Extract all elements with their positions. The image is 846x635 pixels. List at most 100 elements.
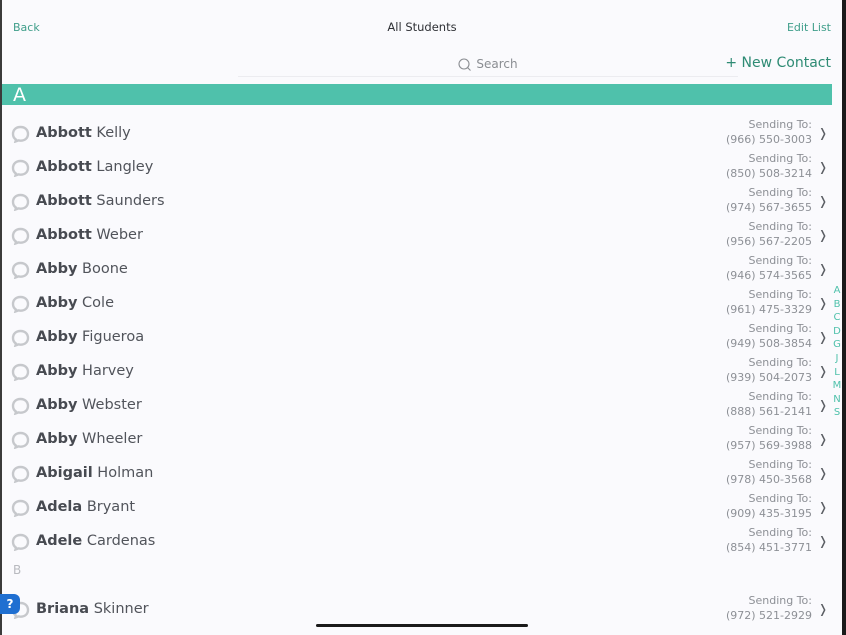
contact-last-name: Figueroa <box>82 329 145 345</box>
contact-row[interactable]: Adele Cardenas Sending To: (854) 451-3771 ❭ <box>2 525 832 559</box>
contact-last-name: Webster <box>82 397 142 413</box>
message-bubble-icon <box>11 261 30 283</box>
message-bubble-icon <box>11 159 30 181</box>
index-letter[interactable]: D <box>832 325 842 339</box>
contact-name: Abby Webster <box>36 397 142 413</box>
sending-to: Sending To: (966) 550-3003 <box>726 117 812 147</box>
contact-row[interactable]: Abigail Holman Sending To: (978) 450-3568 ❭ <box>2 457 832 491</box>
new-contact-button[interactable]: + New Contact <box>725 55 831 71</box>
phone-number: (909) 435-3195 <box>725 507 812 520</box>
sending-to: Sending To: (974) 567-3655 <box>726 185 812 215</box>
contact-row[interactable]: Abby Cole Sending To: (961) 475-3329 ❭ <box>2 287 832 321</box>
message-bubble-icon <box>11 329 30 351</box>
sending-to-label: Sending To: <box>748 322 813 335</box>
contact-first-name: Abby <box>36 363 78 379</box>
contact-name: Abigail Holman <box>36 465 153 481</box>
sending-to-label: Sending To: <box>748 220 813 233</box>
contact-row[interactable]: Abbott Saunders Sending To: (974) 567-3655… <box>2 185 832 219</box>
contact-first-name: Abby <box>36 397 78 413</box>
contact-row[interactable]: Abby Wheeler Sending To: (957) 569-3988 ❭ <box>2 423 832 457</box>
message-bubble-icon <box>11 125 30 147</box>
chevron-right-icon: ❭ <box>817 364 828 378</box>
chevron-right-icon: ❭ <box>817 466 828 480</box>
contact-last-name: Holman <box>97 465 154 481</box>
index-letter[interactable]: B <box>832 298 842 312</box>
contact-last-name: Boone <box>82 261 128 277</box>
section-index[interactable]: ABCDGJLMNS <box>832 284 842 420</box>
phone-number: (946) 574-3565 <box>725 269 812 282</box>
contact-name: Adela Bryant <box>36 499 135 515</box>
search-input[interactable]: Search <box>238 52 738 77</box>
index-letter[interactable]: C <box>832 311 842 325</box>
contact-last-name: Weber <box>96 227 143 243</box>
contact-row[interactable]: Abbott Weber Sending To: (956) 567-2205 ❭ <box>2 219 832 253</box>
contact-first-name: Abby <box>36 295 78 311</box>
contact-row[interactable]: Briana Skinner Sending To: (972) 521-2929 ❭ <box>2 593 832 627</box>
home-indicator[interactable] <box>316 624 528 627</box>
contact-first-name: Abby <box>36 329 78 345</box>
chevron-right-icon: ❭ <box>817 194 828 208</box>
chevron-right-icon: ❭ <box>817 602 828 616</box>
contact-first-name: Adele <box>36 533 83 549</box>
index-letter[interactable]: J <box>832 352 842 366</box>
contact-name: Abbott Kelly <box>36 125 131 141</box>
contact-name: Abbott Langley <box>36 159 153 175</box>
contact-row[interactable]: Abby Boone Sending To: (946) 574-3565 ❭ <box>2 253 832 287</box>
index-letter[interactable]: G <box>832 338 842 352</box>
contact-row[interactable]: Abby Webster Sending To: (888) 561-2141 ❭ <box>2 389 832 423</box>
contact-first-name: Abbott <box>36 125 92 141</box>
contact-row[interactable]: Abbott Langley Sending To: (850) 508-3214 ❭ <box>2 151 832 185</box>
sending-to-label: Sending To: <box>748 118 813 131</box>
contact-first-name: Abbott <box>36 227 92 243</box>
sending-to-label: Sending To: <box>748 356 813 369</box>
search-row: Search + New Contact <box>2 52 842 78</box>
sending-to: Sending To: (957) 569-3988 <box>726 423 812 453</box>
contact-last-name: Bryant <box>86 499 136 515</box>
message-bubble-icon <box>11 533 30 555</box>
sending-to: Sending To: (850) 508-3214 <box>726 151 812 181</box>
sending-to: Sending To: (854) 451-3771 <box>726 525 812 555</box>
contact-name: Abby Cole <box>36 295 114 311</box>
index-letter[interactable]: A <box>832 284 842 298</box>
index-letter[interactable]: S <box>832 406 842 420</box>
message-bubble-icon <box>11 363 30 385</box>
contact-row[interactable]: Adela Bryant Sending To: (909) 435-3195 ❭ <box>2 491 832 525</box>
section-header-b: B <box>13 563 22 577</box>
chevron-right-icon: ❭ <box>817 262 828 276</box>
sending-to-label: Sending To: <box>748 424 813 437</box>
message-bubble-icon <box>11 193 30 215</box>
index-letter[interactable]: M <box>832 379 842 393</box>
contact-last-name: Cardenas <box>86 533 156 549</box>
sending-to: Sending To: (888) 561-2141 <box>726 389 812 419</box>
message-bubble-icon <box>11 397 30 419</box>
contact-row[interactable]: Abby Figueroa Sending To: (949) 508-3854 ❭ <box>2 321 832 355</box>
contact-first-name: Briana <box>36 601 90 617</box>
contact-row[interactable]: Abbott Kelly Sending To: (966) 550-3003 ❭ <box>2 117 832 151</box>
sending-to-label: Sending To: <box>748 288 813 301</box>
sending-to-label: Sending To: <box>748 186 813 199</box>
contact-row[interactable]: Abby Harvey Sending To: (939) 504-2073 ❭ <box>2 355 832 389</box>
phone-number: (854) 451-3771 <box>725 541 812 554</box>
sending-to-label: Sending To: <box>748 390 813 403</box>
sending-to: Sending To: (949) 508-3854 <box>726 321 812 351</box>
sending-to: Sending To: (978) 450-3568 <box>726 457 812 487</box>
contact-last-name: Skinner <box>93 601 149 617</box>
phone-number: (888) 561-2141 <box>725 405 812 418</box>
phone-number: (966) 550-3003 <box>725 133 812 146</box>
phone-number: (850) 508-3214 <box>725 167 812 180</box>
index-letter[interactable]: N <box>832 393 842 407</box>
edit-list-button[interactable]: Edit List <box>787 21 831 34</box>
section-header-a: A <box>2 84 832 106</box>
chevron-right-icon: ❭ <box>817 126 828 140</box>
nav-bar: Back All Students Edit List <box>2 0 842 50</box>
contact-name: Briana Skinner <box>36 601 149 617</box>
contact-last-name: Saunders <box>96 193 165 209</box>
chevron-right-icon: ❭ <box>817 500 828 514</box>
phone-number: (974) 567-3655 <box>725 201 812 214</box>
contact-last-name: Harvey <box>82 363 134 379</box>
help-button[interactable]: ? <box>0 594 20 614</box>
chevron-right-icon: ❭ <box>817 398 828 412</box>
index-letter[interactable]: L <box>832 366 842 380</box>
sending-to: Sending To: (946) 574-3565 <box>726 253 812 283</box>
phone-number: (972) 521-2929 <box>725 609 812 622</box>
